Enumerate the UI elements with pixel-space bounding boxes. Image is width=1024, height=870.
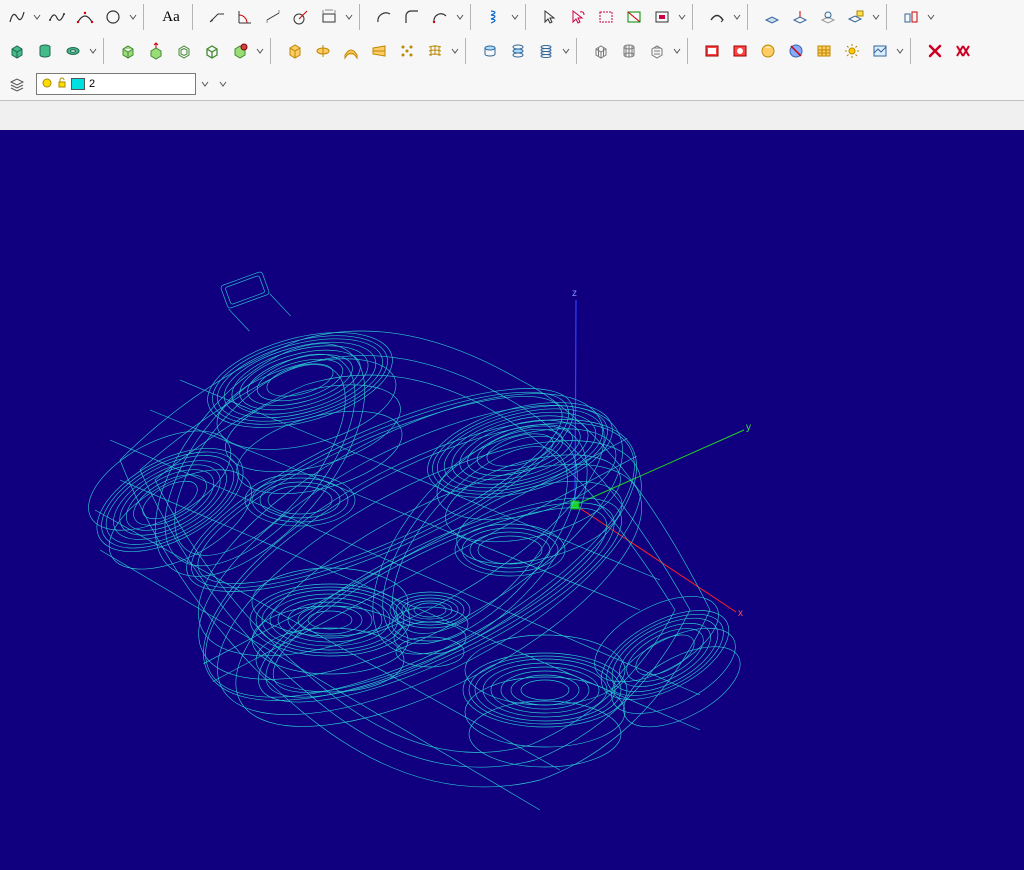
toolbar-separator	[692, 4, 699, 30]
dropdown-arrow-icon[interactable]	[895, 39, 905, 63]
toolbar-separator	[910, 38, 917, 64]
crossing-select-icon[interactable]	[621, 4, 647, 30]
mesh-extract-icon[interactable]	[644, 38, 670, 64]
layer-on-icon	[41, 77, 53, 92]
helix-tool-icon[interactable]	[482, 4, 508, 30]
select-arrow-icon[interactable]	[537, 4, 563, 30]
layer-selector[interactable]: 2	[36, 72, 210, 96]
revolve-icon[interactable]	[310, 38, 336, 64]
extrude-icon[interactable]	[282, 38, 308, 64]
circle-tool-icon[interactable]	[100, 4, 126, 30]
dropdown-arrow-icon[interactable]	[677, 5, 687, 29]
slice-icon[interactable]	[505, 38, 531, 64]
snap-end-icon[interactable]	[898, 4, 924, 30]
dropdown-arrow-icon[interactable]	[128, 5, 138, 29]
viewport-3d[interactable]: x y z	[0, 130, 1024, 870]
toolbar-separator	[359, 4, 366, 30]
angular-dim-icon[interactable]	[232, 4, 258, 30]
hollow-box-icon[interactable]	[171, 38, 197, 64]
dropdown-arrow-icon[interactable]	[871, 5, 881, 29]
layer-dropdown-arrow-icon[interactable]	[200, 72, 210, 96]
ordinate-dim-icon[interactable]	[316, 4, 342, 30]
radial-dim-icon[interactable]	[288, 4, 314, 30]
dropdown-arrow-icon[interactable]	[672, 39, 682, 63]
toolbar-overflow-icon[interactable]	[218, 72, 228, 96]
arc-tool-icon[interactable]	[371, 4, 397, 30]
render-preview-icon[interactable]	[699, 38, 725, 64]
toolbar-separator	[687, 38, 694, 64]
dropdown-arrow-icon[interactable]	[926, 5, 936, 29]
toolbar-separator	[143, 4, 150, 30]
dropdown-arrow-icon[interactable]	[561, 39, 571, 63]
cube-icon[interactable]	[115, 38, 141, 64]
dropdown-arrow-icon[interactable]	[510, 5, 520, 29]
material-browser-icon[interactable]	[755, 38, 781, 64]
world-cplane-icon[interactable]	[815, 4, 841, 30]
delete-all-icon[interactable]	[950, 38, 976, 64]
box-solid-icon[interactable]	[4, 38, 30, 64]
text-tool[interactable]: Aa	[155, 4, 187, 30]
mesh-box-icon[interactable]	[588, 38, 614, 64]
lasso-select-icon[interactable]	[565, 4, 591, 30]
dropdown-arrow-icon[interactable]	[88, 39, 98, 63]
toolbar-separator	[465, 38, 472, 64]
extrude-box-icon[interactable]	[143, 38, 169, 64]
cylinder-solid-icon[interactable]	[32, 38, 58, 64]
cap-icon[interactable]	[477, 38, 503, 64]
layers-panel-icon[interactable]	[4, 71, 30, 97]
dropdown-arrow-icon[interactable]	[255, 39, 265, 63]
toolbar-row-1: Aa	[0, 0, 1024, 34]
invert-select-icon[interactable]	[649, 4, 675, 30]
spline-fit-icon[interactable]	[72, 4, 98, 30]
toolbar-row-layers: 2	[0, 68, 1024, 100]
texture-map-icon[interactable]	[811, 38, 837, 64]
linear-dim-icon[interactable]	[260, 4, 286, 30]
dropdown-arrow-icon[interactable]	[450, 39, 460, 63]
leader-line-icon[interactable]	[204, 4, 230, 30]
toolbar-separator	[470, 4, 477, 30]
layer-unlocked-icon	[57, 77, 67, 92]
tangent-arc-icon[interactable]	[427, 4, 453, 30]
dropdown-arrow-icon[interactable]	[732, 5, 742, 29]
dropdown-arrow-icon[interactable]	[455, 5, 465, 29]
transform-icon[interactable]	[704, 4, 730, 30]
render-settings-icon[interactable]	[727, 38, 753, 64]
toolbar-separator	[886, 4, 893, 30]
layer-name: 2	[89, 78, 95, 90]
solid-edit-icon[interactable]	[227, 38, 253, 64]
environment-icon[interactable]	[867, 38, 893, 64]
dropdown-arrow-icon[interactable]	[32, 5, 42, 29]
layer-color-swatch	[71, 78, 85, 90]
curve-tool-icon[interactable]	[4, 4, 30, 30]
delete-icon[interactable]	[922, 38, 948, 64]
network-icon[interactable]	[422, 38, 448, 64]
toolbar-separator	[576, 38, 583, 64]
mesh-cylinder-icon[interactable]	[616, 38, 642, 64]
contour-icon[interactable]	[533, 38, 559, 64]
dropdown-arrow-icon[interactable]	[344, 5, 354, 29]
fillet-arc-icon[interactable]	[399, 4, 425, 30]
toolbar-separator	[270, 38, 277, 64]
wire-cube-icon[interactable]	[199, 38, 225, 64]
sun-icon[interactable]	[839, 38, 865, 64]
pattern-icon[interactable]	[394, 38, 420, 64]
loft-icon[interactable]	[366, 38, 392, 64]
toolbar-separator	[747, 4, 754, 30]
toolbar-separator	[192, 4, 199, 30]
wireframe-model	[0, 130, 1024, 870]
toolbar-separator	[103, 38, 110, 64]
sweep-icon[interactable]	[338, 38, 364, 64]
cplane-icon[interactable]	[759, 4, 785, 30]
freehand-curve-icon[interactable]	[44, 4, 70, 30]
named-cplane-icon[interactable]	[843, 4, 869, 30]
torus-solid-icon[interactable]	[60, 38, 86, 64]
set-cplane-icon[interactable]	[787, 4, 813, 30]
toolbar-separator	[525, 4, 532, 30]
toolbar-area: Aa	[0, 0, 1024, 101]
hide-material-icon[interactable]	[783, 38, 809, 64]
window-select-icon[interactable]	[593, 4, 619, 30]
toolbar-row-2	[0, 34, 1024, 68]
